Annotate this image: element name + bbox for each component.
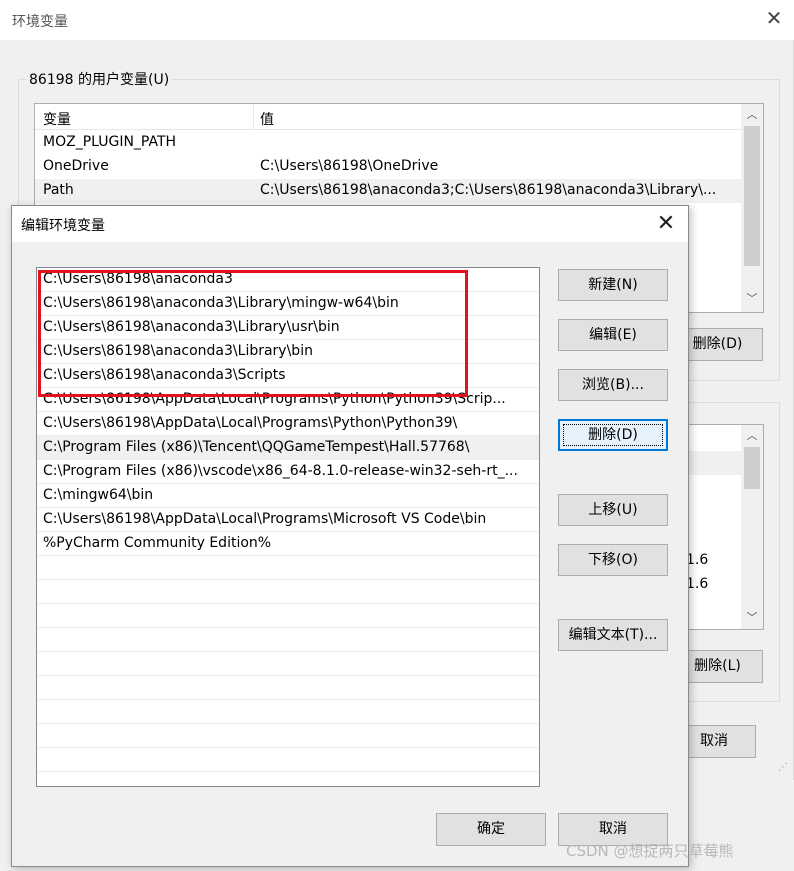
row-variable-value: C:\Users\86198\anaconda3;C:\Users\86198\… (260, 182, 717, 198)
scroll-down-icon[interactable]: ﹀ (741, 290, 763, 306)
list-item[interactable]: C:\Users\86198\AppData\Local\Programs\Mi… (37, 508, 539, 532)
table-row[interactable]: OneDrive C:\Users\86198\OneDrive (35, 155, 741, 179)
path-entry-text: C:\Program Files (x86)\vscode\x86_64-8.1… (43, 463, 518, 479)
system-variable-value: 1.6 (686, 576, 709, 592)
column-header-variable[interactable]: 变量 (43, 109, 71, 129)
path-entry-text: C:\Users\86198\AppData\Local\Programs\Py… (43, 415, 458, 431)
empty-list-row[interactable] (37, 700, 539, 724)
empty-list-row[interactable] (37, 676, 539, 700)
scroll-up-icon[interactable]: ︿ (741, 106, 763, 122)
row-variable-name: OneDrive (43, 158, 109, 174)
row-variable-name: Path (43, 182, 74, 198)
list-item-selected[interactable]: C:\Program Files (x86)\Tencent\QQGameTem… (37, 436, 539, 460)
scrollbar-thumb[interactable] (744, 447, 760, 489)
empty-list-row[interactable] (37, 724, 539, 748)
path-entry-text: C:\Program Files (x86)\Tencent\QQGameTem… (43, 439, 470, 455)
column-header-value[interactable]: 值 (260, 109, 274, 129)
edit-button[interactable]: 编辑(E) (558, 319, 668, 351)
column-separator[interactable] (253, 104, 254, 130)
scroll-down-icon[interactable]: ﹀ (741, 609, 763, 625)
dialog-close-icon[interactable]: ✕ (652, 211, 680, 237)
resize-grip-icon[interactable]: ⋰ (778, 762, 788, 773)
list-item[interactable]: C:\Users\86198\AppData\Local\Programs\Py… (37, 412, 539, 436)
empty-list-row[interactable] (37, 580, 539, 604)
dialog-title: 编辑环境变量 (21, 218, 105, 234)
watermark: CSDN @想捉两只草莓熊 (566, 842, 734, 860)
empty-list-row[interactable] (37, 628, 539, 652)
new-button[interactable]: 新建(N) (558, 269, 668, 301)
list-item[interactable]: C:\mingw64\bin (37, 484, 539, 508)
empty-list-row[interactable] (37, 748, 539, 772)
table-row[interactable]: MOZ_PLUGIN_PATH (35, 131, 741, 155)
edit-text-button[interactable]: 编辑文本(T)... (558, 619, 668, 651)
red-annotation-box (38, 270, 468, 397)
delete-button[interactable]: 删除(D) (558, 419, 668, 451)
path-entry-text: C:\mingw64\bin (43, 487, 154, 503)
ok-button[interactable]: 确定 (436, 813, 546, 846)
system-table-scrollbar[interactable]: ︿ ﹀ (741, 425, 763, 629)
row-variable-name: MOZ_PLUGIN_PATH (43, 134, 177, 150)
focus-rectangle (563, 424, 663, 446)
scroll-up-icon[interactable]: ︿ (741, 427, 763, 443)
path-entry-text: C:\Users\86198\AppData\Local\Programs\Mi… (43, 511, 487, 527)
move-down-button[interactable]: 下移(O) (558, 544, 668, 576)
user-table-scrollbar[interactable]: ︿ ﹀ (741, 104, 763, 312)
user-variables-group-label: 86198 的用户变量(U) (26, 69, 173, 89)
empty-list-row[interactable] (37, 604, 539, 628)
env-window-title: 环境变量 (12, 14, 68, 30)
scrollbar-thumb[interactable] (744, 126, 760, 266)
list-item[interactable]: C:\Program Files (x86)\vscode\x86_64-8.1… (37, 460, 539, 484)
table-row-selected[interactable]: Path C:\Users\86198\anaconda3;C:\Users\8… (35, 179, 741, 203)
env-window-titlebar (0, 0, 794, 40)
user-table-header: 变量 值 (35, 104, 741, 130)
dialog-titlebar (12, 206, 688, 242)
row-variable-value: C:\Users\86198\OneDrive (260, 158, 439, 174)
env-window-close-icon[interactable]: ✕ (762, 6, 786, 30)
browse-button[interactable]: 浏览(B)... (558, 369, 668, 401)
list-item[interactable]: %PyCharm Community Edition% (37, 532, 539, 556)
path-entry-text: %PyCharm Community Edition% (43, 535, 272, 551)
move-up-button[interactable]: 上移(U) (558, 494, 668, 526)
edit-env-variable-dialog: 编辑环境变量 ✕ C:\Users\86198\anaconda3 C:\Use… (11, 205, 689, 867)
empty-list-row[interactable] (37, 652, 539, 676)
empty-list-row[interactable] (37, 556, 539, 580)
system-variable-value: 1.6 (686, 552, 709, 568)
